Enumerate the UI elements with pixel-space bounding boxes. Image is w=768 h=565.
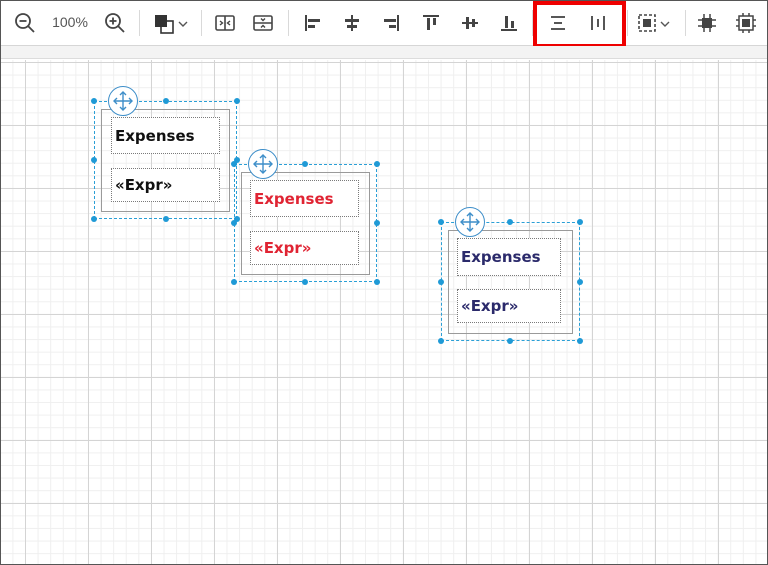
align-top-icon[interactable] bbox=[417, 9, 445, 37]
move-handle-icon[interactable] bbox=[248, 149, 278, 179]
label-text: Expenses bbox=[461, 248, 541, 266]
align-right-icon[interactable] bbox=[377, 9, 405, 37]
fill-color-icon[interactable] bbox=[151, 9, 191, 37]
move-handle-icon[interactable] bbox=[108, 86, 138, 116]
align-center-icon[interactable] bbox=[338, 9, 366, 37]
resize-handle[interactable] bbox=[91, 216, 97, 222]
distribute-vertical-icon[interactable] bbox=[249, 9, 277, 37]
report-designer: 100% Expenses «Expr» Expenses «Expr» Exp… bbox=[0, 0, 768, 565]
toolbar-separator bbox=[139, 10, 140, 36]
expr-field[interactable]: «Expr» bbox=[457, 289, 561, 323]
resize-handle[interactable] bbox=[438, 219, 444, 225]
same-width-icon[interactable] bbox=[544, 9, 572, 37]
resize-handle[interactable] bbox=[507, 338, 513, 344]
component-group[interactable]: Expenses «Expr» bbox=[438, 207, 583, 344]
label-field[interactable]: Expenses bbox=[250, 180, 359, 217]
resize-handle[interactable] bbox=[231, 279, 237, 285]
label-field[interactable]: Expenses bbox=[111, 117, 220, 154]
toolbar: 100% bbox=[1, 1, 767, 48]
resize-handle[interactable] bbox=[163, 98, 169, 104]
group-select-icon[interactable] bbox=[635, 9, 675, 37]
toolbar-separator bbox=[685, 10, 686, 36]
ruler-bar bbox=[1, 46, 767, 59]
expr-text: «Expr» bbox=[254, 239, 312, 257]
resize-handle[interactable] bbox=[438, 279, 444, 285]
toolbar-separator bbox=[288, 10, 289, 36]
bring-to-front-icon[interactable] bbox=[693, 9, 721, 37]
resize-handle[interactable] bbox=[91, 98, 97, 104]
resize-handle[interactable] bbox=[163, 216, 169, 222]
label-field[interactable]: Expenses bbox=[457, 238, 561, 276]
align-middle-icon[interactable] bbox=[456, 9, 484, 37]
expr-field[interactable]: «Expr» bbox=[250, 231, 359, 265]
toolbar-separator bbox=[532, 10, 533, 36]
expr-text: «Expr» bbox=[461, 297, 519, 315]
distribute-horizontal-icon[interactable] bbox=[211, 9, 239, 37]
resize-handle[interactable] bbox=[577, 219, 583, 225]
resize-handle[interactable] bbox=[507, 219, 513, 225]
resize-handle[interactable] bbox=[577, 279, 583, 285]
resize-handle[interactable] bbox=[91, 157, 97, 163]
resize-handle[interactable] bbox=[234, 98, 240, 104]
resize-handle[interactable] bbox=[231, 161, 237, 167]
same-height-icon[interactable] bbox=[584, 9, 612, 37]
label-text: Expenses bbox=[115, 126, 195, 145]
align-left-icon[interactable] bbox=[299, 9, 327, 37]
move-handle-icon[interactable] bbox=[455, 207, 485, 237]
align-bottom-icon[interactable] bbox=[495, 9, 523, 37]
zoom-out-icon[interactable] bbox=[11, 9, 39, 37]
resize-handle[interactable] bbox=[231, 220, 237, 226]
resize-handle[interactable] bbox=[302, 279, 308, 285]
resize-handle[interactable] bbox=[438, 338, 444, 344]
send-to-back-icon[interactable] bbox=[732, 9, 760, 37]
zoom-level[interactable]: 100% bbox=[50, 14, 90, 32]
resize-handle[interactable] bbox=[374, 220, 380, 226]
resize-handle[interactable] bbox=[577, 338, 583, 344]
resize-handle[interactable] bbox=[302, 161, 308, 167]
resize-handle[interactable] bbox=[374, 161, 380, 167]
resize-handle[interactable] bbox=[374, 279, 380, 285]
expr-field[interactable]: «Expr» bbox=[111, 168, 220, 202]
toolbar-separator bbox=[627, 10, 628, 36]
expr-text: «Expr» bbox=[115, 176, 173, 194]
component-group[interactable]: Expenses «Expr» bbox=[231, 149, 380, 285]
label-text: Expenses bbox=[254, 189, 334, 208]
component-group[interactable]: Expenses «Expr» bbox=[91, 86, 240, 222]
toolbar-separator bbox=[201, 10, 202, 36]
zoom-in-icon[interactable] bbox=[101, 9, 129, 37]
